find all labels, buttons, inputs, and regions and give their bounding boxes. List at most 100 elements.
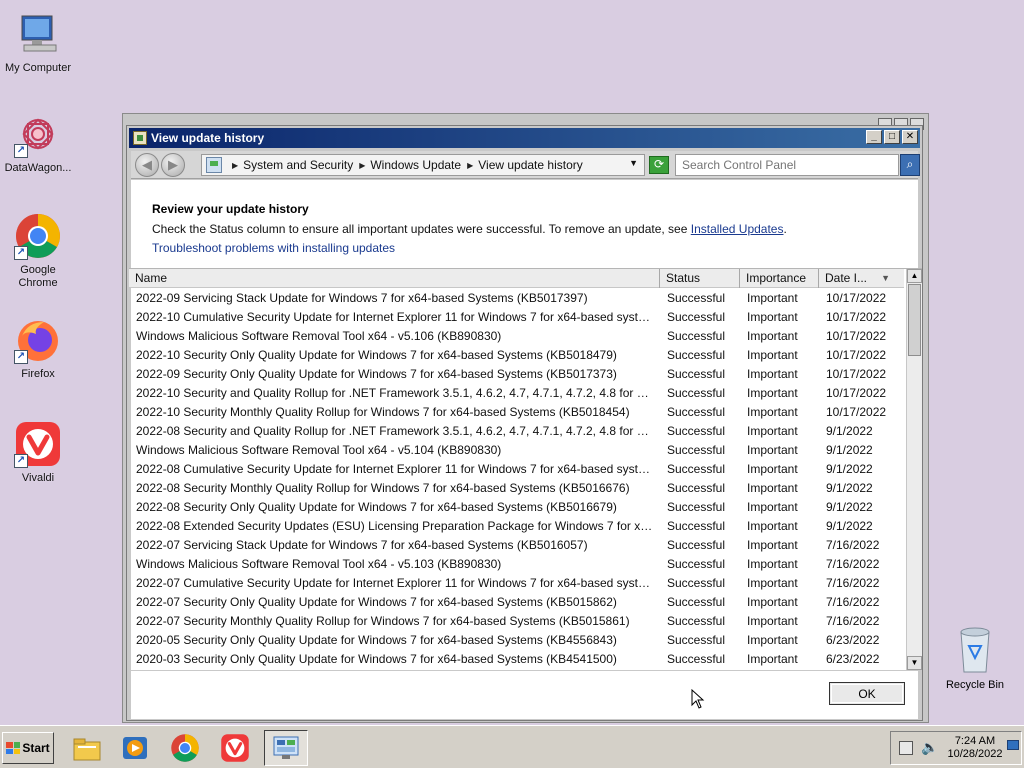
table-row[interactable]: 2022-10 Cumulative Security Update for I… <box>129 308 904 327</box>
status-cell: Successful <box>667 481 726 495</box>
clock[interactable]: 7:24 AM 10/28/2022 <box>945 735 1005 761</box>
status-cell: Successful <box>667 291 726 305</box>
network-icon[interactable] <box>899 741 913 755</box>
table-row[interactable]: Windows Malicious Software Removal Tool … <box>129 327 904 346</box>
update-name-cell: Windows Malicious Software Removal Tool … <box>136 329 502 343</box>
column-header-importance[interactable]: Importance <box>740 269 819 288</box>
table-row[interactable]: 2022-08 Security and Quality Rollup for … <box>129 422 904 441</box>
importance-cell: Important <box>747 424 798 438</box>
troubleshoot-link[interactable]: Troubleshoot problems with installing up… <box>152 241 395 255</box>
taskbar-app-control-panel[interactable] <box>264 730 308 766</box>
update-name-cell: 2022-10 Security Only Quality Update for… <box>136 348 617 362</box>
update-history-table: Name Status Importance Date I... ▼ 2022-… <box>129 268 922 670</box>
desktop-icon-label: Recycle Bin <box>945 679 1005 691</box>
table-row[interactable]: 2020-03 Security Only Quality Update for… <box>129 650 904 669</box>
desktop-icon-firefox[interactable]: ↗ Firefox <box>0 316 76 381</box>
chevron-right-icon[interactable]: ▶ <box>467 161 473 170</box>
maximize-button[interactable]: □ <box>884 130 900 144</box>
table-row[interactable]: 2022-10 Security Monthly Quality Rollup … <box>129 403 904 422</box>
status-cell: Successful <box>667 614 726 628</box>
table-row[interactable]: 2022-07 Security Monthly Quality Rollup … <box>129 612 904 631</box>
table-row[interactable]: 2022-07 Servicing Stack Update for Windo… <box>129 536 904 555</box>
breadcrumb-item-windows-update[interactable]: Windows Update <box>370 158 461 172</box>
start-label: Start <box>22 741 50 755</box>
desktop-icon-google-chrome[interactable]: ↗ Google Chrome <box>0 212 76 290</box>
description-end: . <box>783 222 787 236</box>
update-name-cell: 2022-07 Security Monthly Quality Rollup … <box>136 614 630 628</box>
minimize-button[interactable]: _ <box>866 130 882 144</box>
taskbar-app-vivaldi[interactable] <box>216 730 254 766</box>
importance-cell: Important <box>747 443 798 457</box>
table-row[interactable]: 2022-09 Security Only Quality Update for… <box>129 365 904 384</box>
chevron-right-icon[interactable]: ▶ <box>359 161 365 170</box>
search-input[interactable] <box>675 154 899 176</box>
close-button[interactable]: ✕ <box>902 130 918 144</box>
desktop-icon-vivaldi[interactable]: ↗ Vivaldi <box>0 420 76 485</box>
breadcrumb-item-view-update-history[interactable]: View update history <box>478 158 583 172</box>
show-desktop-icon[interactable] <box>1007 740 1019 750</box>
update-name-cell: Windows Malicious Software Removal Tool … <box>136 557 502 571</box>
taskbar-app-file-explorer[interactable] <box>68 730 106 766</box>
table-row[interactable]: 2022-08 Security Monthly Quality Rollup … <box>129 479 904 498</box>
table-row[interactable]: 2022-08 Cumulative Security Update for I… <box>129 460 904 479</box>
desktop-icon-my-computer[interactable]: My Computer <box>0 10 76 75</box>
column-header-label: Status <box>666 271 701 285</box>
address-bar[interactable]: ▶ System and Security ▶ Windows Update ▶… <box>201 154 645 176</box>
update-name-cell: 2022-09 Security Only Quality Update for… <box>136 367 617 381</box>
date-installed-cell: 6/23/2022 <box>826 633 880 647</box>
table-row[interactable]: 2022-07 Cumulative Security Update for I… <box>129 574 904 593</box>
table-row[interactable]: 2020-05 Security Only Quality Update for… <box>129 631 904 650</box>
table-row[interactable]: Windows Malicious Software Removal Tool … <box>129 441 904 460</box>
status-cell: Successful <box>667 386 726 400</box>
date-installed-cell: 9/1/2022 <box>826 443 873 457</box>
installed-updates-link[interactable]: Installed Updates <box>691 222 784 236</box>
column-header-status[interactable]: Status <box>660 269 740 288</box>
datawagon-icon: ↗ <box>14 110 62 158</box>
chevron-right-icon[interactable]: ▶ <box>232 161 238 170</box>
scroll-thumb[interactable] <box>908 284 921 356</box>
start-button[interactable]: Start <box>2 732 54 764</box>
chrome-icon <box>171 734 199 762</box>
title-bar[interactable]: View update history _ □ ✕ <box>129 128 920 148</box>
desktop-icon-recycle-bin[interactable]: Recycle Bin <box>937 624 1013 691</box>
table-row[interactable]: 2022-08 Security Only Quality Update for… <box>129 498 904 517</box>
content-pane: Review your update history Check the Sta… <box>129 180 922 670</box>
search-icon[interactable]: ⌕ <box>900 154 920 176</box>
status-cell: Successful <box>667 633 726 647</box>
desktop-icon-datawagon[interactable]: ↗ DataWagon... <box>0 110 76 175</box>
vertical-scrollbar[interactable]: ▲ ▼ <box>906 269 922 670</box>
taskbar-app-chrome[interactable] <box>166 730 204 766</box>
importance-cell: Important <box>747 405 798 419</box>
breadcrumb-item-system-and-security[interactable]: System and Security <box>243 158 353 172</box>
refresh-button[interactable]: ⟳ <box>649 156 669 174</box>
table-row[interactable]: 2022-10 Security Only Quality Update for… <box>129 346 904 365</box>
forward-button[interactable]: ▶ <box>161 153 185 177</box>
chevron-down-icon[interactable]: ▼ <box>629 158 638 168</box>
status-cell: Successful <box>667 557 726 571</box>
table-row[interactable]: 2022-07 Security Only Quality Update for… <box>129 593 904 612</box>
windows-logo-icon <box>6 742 21 754</box>
status-cell: Successful <box>667 310 726 324</box>
date-installed-cell: 7/16/2022 <box>826 576 880 590</box>
volume-icon[interactable]: 🔈 <box>921 739 938 756</box>
table-row[interactable]: 2022-10 Security and Quality Rollup for … <box>129 384 904 403</box>
column-header-date-installed[interactable]: Date I... ▼ <box>819 269 904 288</box>
table-row[interactable]: Windows Malicious Software Removal Tool … <box>129 555 904 574</box>
scroll-down-button[interactable]: ▼ <box>907 656 922 670</box>
media-player-icon <box>123 737 147 759</box>
importance-cell: Important <box>747 595 798 609</box>
column-header-name[interactable]: Name <box>129 269 660 288</box>
status-cell: Successful <box>667 367 726 381</box>
status-cell: Successful <box>667 576 726 590</box>
table-row[interactable]: 2022-08 Extended Security Updates (ESU) … <box>129 517 904 536</box>
scroll-up-button[interactable]: ▲ <box>907 269 922 283</box>
taskbar-app-media-player[interactable] <box>116 730 154 766</box>
back-button[interactable]: ◀ <box>135 153 159 177</box>
desktop: My Computer ↗ DataWagon... ↗ Google Chro… <box>0 0 1024 725</box>
table-row[interactable]: 2022-09 Servicing Stack Update for Windo… <box>129 289 904 308</box>
ok-button[interactable]: OK <box>829 682 905 705</box>
update-name-cell: 2022-08 Security Only Quality Update for… <box>136 500 617 514</box>
update-name-cell: 2022-08 Cumulative Security Update for I… <box>136 462 660 476</box>
shortcut-arrow-icon: ↗ <box>14 454 28 468</box>
date-installed-cell: 9/1/2022 <box>826 462 873 476</box>
